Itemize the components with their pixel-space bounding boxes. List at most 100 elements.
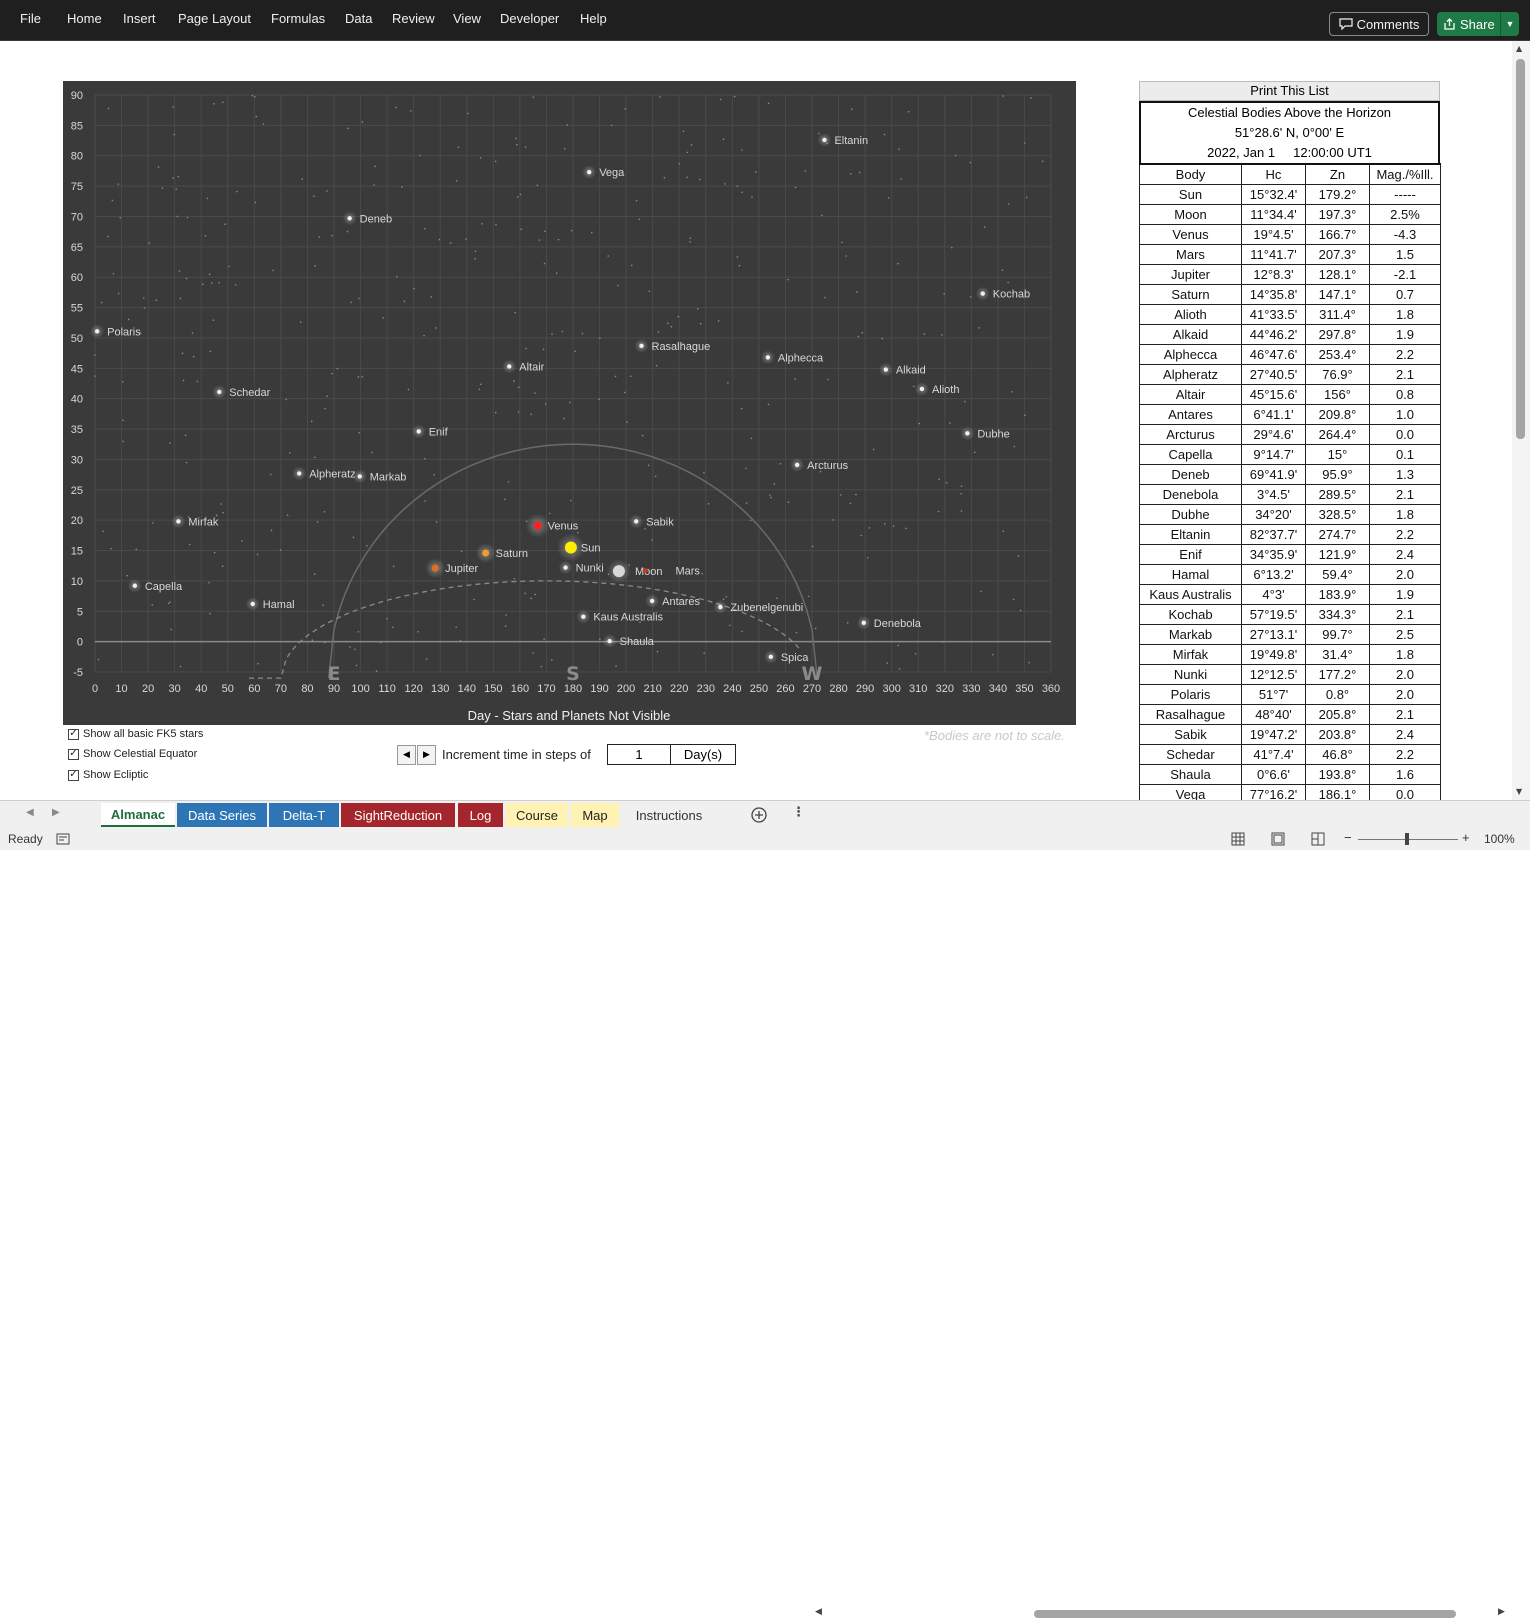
hc-cell[interactable]: 19°49.8' [1241, 644, 1306, 665]
hc-cell[interactable]: 12°8.3' [1241, 264, 1306, 285]
mag-cell[interactable]: -2.1 [1369, 264, 1441, 285]
body-cell[interactable]: Alpheratz [1139, 364, 1242, 385]
zoom-in-icon[interactable]: + [1462, 830, 1470, 845]
zn-cell[interactable]: 253.4° [1305, 344, 1370, 365]
hc-cell[interactable]: 11°34.4' [1241, 204, 1306, 225]
body-cell[interactable]: Enif [1139, 544, 1242, 565]
mag-cell[interactable]: 1.8 [1369, 304, 1441, 325]
zn-cell[interactable]: 197.3° [1305, 204, 1370, 225]
hc-cell[interactable]: 69°41.9' [1241, 464, 1306, 485]
tab-delta-t[interactable]: Delta-T [269, 803, 339, 827]
hc-cell[interactable]: 19°47.2' [1241, 724, 1306, 745]
hc-cell[interactable]: 19°4.5' [1241, 224, 1306, 245]
hc-cell[interactable]: 12°12.5' [1241, 664, 1306, 685]
menu-page-layout[interactable]: Page Layout [178, 11, 251, 26]
menu-home[interactable]: Home [67, 11, 102, 26]
body-cell[interactable]: Shaula [1139, 764, 1242, 785]
print-list-button[interactable]: Print This List [1139, 81, 1440, 101]
body-cell[interactable]: Moon [1139, 204, 1242, 225]
mag-cell[interactable]: 2.2 [1369, 524, 1441, 545]
tab-almanac[interactable]: Almanac [101, 803, 175, 827]
body-cell[interactable]: Capella [1139, 444, 1242, 465]
mag-cell[interactable]: 2.2 [1369, 744, 1441, 765]
menu-help[interactable]: Help [580, 11, 607, 26]
menu-developer[interactable]: Developer [500, 11, 559, 26]
hc-cell[interactable]: 6°13.2' [1241, 564, 1306, 585]
mag-cell[interactable]: 2.0 [1369, 664, 1441, 685]
body-cell[interactable]: Polaris [1139, 684, 1242, 705]
more-options-icon[interactable]: ⋮ [792, 805, 805, 820]
body-cell[interactable]: Markab [1139, 624, 1242, 645]
mag-cell[interactable]: 0.7 [1369, 284, 1441, 305]
checkbox-celestial-equator[interactable]: ✓ Show Celestial Equator [68, 748, 197, 760]
tab-data-series[interactable]: Data Series [177, 803, 267, 827]
horizontal-scroll-thumb[interactable] [1034, 1610, 1456, 1618]
mag-cell[interactable]: 2.4 [1369, 544, 1441, 565]
mag-cell[interactable]: 2.1 [1369, 364, 1441, 385]
comments-button[interactable]: Comments [1329, 12, 1429, 36]
horizontal-scrollbar[interactable]: ◀ ▶ [813, 1607, 1510, 1621]
body-cell[interactable]: Mars [1139, 244, 1242, 265]
zn-cell[interactable]: 0.8° [1305, 684, 1370, 705]
zn-cell[interactable]: 177.2° [1305, 664, 1370, 685]
menu-formulas[interactable]: Formulas [271, 11, 325, 26]
zoom-level[interactable]: 100% [1484, 832, 1515, 846]
tab-instructions[interactable]: Instructions [622, 803, 716, 827]
step-forward-button[interactable]: ▶ [417, 745, 436, 765]
zn-cell[interactable]: 95.9° [1305, 464, 1370, 485]
body-cell[interactable]: Schedar [1139, 744, 1242, 765]
mag-cell[interactable]: 0.1 [1369, 444, 1441, 465]
hc-cell[interactable]: 4°3' [1241, 584, 1306, 605]
hc-cell[interactable]: 9°14.7' [1241, 444, 1306, 465]
vertical-scroll-thumb[interactable] [1516, 59, 1525, 439]
hc-cell[interactable]: 15°32.4' [1241, 184, 1306, 205]
body-cell[interactable]: Kaus Australis [1139, 584, 1242, 605]
chevron-down-icon[interactable]: ▼ [1500, 12, 1519, 36]
checkbox-box[interactable]: ✓ [68, 728, 79, 740]
hc-cell[interactable]: 6°41.1' [1241, 404, 1306, 425]
hc-cell[interactable]: 27°13.1' [1241, 624, 1306, 645]
zn-cell[interactable]: 209.8° [1305, 404, 1370, 425]
body-cell[interactable]: Deneb [1139, 464, 1242, 485]
body-cell[interactable]: Eltanin [1139, 524, 1242, 545]
body-cell[interactable]: Dubhe [1139, 504, 1242, 525]
body-cell[interactable]: Rasalhague [1139, 704, 1242, 725]
body-cell[interactable]: Mirfak [1139, 644, 1242, 665]
hc-cell[interactable]: 3°4.5' [1241, 484, 1306, 505]
mag-cell[interactable]: 1.6 [1369, 764, 1441, 785]
body-cell[interactable]: Kochab [1139, 604, 1242, 625]
mag-cell[interactable]: 1.8 [1369, 504, 1441, 525]
body-cell[interactable]: Alkaid [1139, 324, 1242, 345]
zn-cell[interactable]: 99.7° [1305, 624, 1370, 645]
mag-cell[interactable]: 2.0 [1369, 684, 1441, 705]
zn-cell[interactable]: 274.7° [1305, 524, 1370, 545]
tab-sightreduction[interactable]: SightReduction [341, 803, 455, 827]
zn-cell[interactable]: 76.9° [1305, 364, 1370, 385]
step-back-button[interactable]: ◀ [397, 745, 416, 765]
hc-cell[interactable]: 34°35.9' [1241, 544, 1306, 565]
hc-cell[interactable]: 34°20' [1241, 504, 1306, 525]
body-cell[interactable]: Denebola [1139, 484, 1242, 505]
tab-scroll-left-icon[interactable]: ◀ [26, 807, 34, 818]
mag-cell[interactable]: 1.3 [1369, 464, 1441, 485]
page-break-view-icon[interactable] [1311, 832, 1325, 846]
mag-cell[interactable]: 1.8 [1369, 644, 1441, 665]
add-sheet-icon[interactable] [750, 806, 768, 824]
zn-cell[interactable]: 128.1° [1305, 264, 1370, 285]
hc-cell[interactable]: 14°35.8' [1241, 284, 1306, 305]
checkbox-fk5-stars[interactable]: ✓ Show all basic FK5 stars [68, 728, 203, 740]
zn-cell[interactable]: 121.9° [1305, 544, 1370, 565]
mag-cell[interactable]: ----- [1369, 184, 1441, 205]
hc-cell[interactable]: 82°37.7' [1241, 524, 1306, 545]
tab-course[interactable]: Course [506, 803, 568, 827]
mag-cell[interactable]: 1.9 [1369, 584, 1441, 605]
zn-cell[interactable]: 156° [1305, 384, 1370, 405]
mag-cell[interactable]: 1.0 [1369, 404, 1441, 425]
scroll-down-icon[interactable]: ▼ [1516, 787, 1522, 796]
mag-cell[interactable]: 0.0 [1369, 424, 1441, 445]
menu-data[interactable]: Data [345, 11, 372, 26]
hc-cell[interactable]: 29°4.6' [1241, 424, 1306, 445]
body-cell[interactable]: Altair [1139, 384, 1242, 405]
mag-cell[interactable]: 1.5 [1369, 244, 1441, 265]
body-cell[interactable]: Nunki [1139, 664, 1242, 685]
